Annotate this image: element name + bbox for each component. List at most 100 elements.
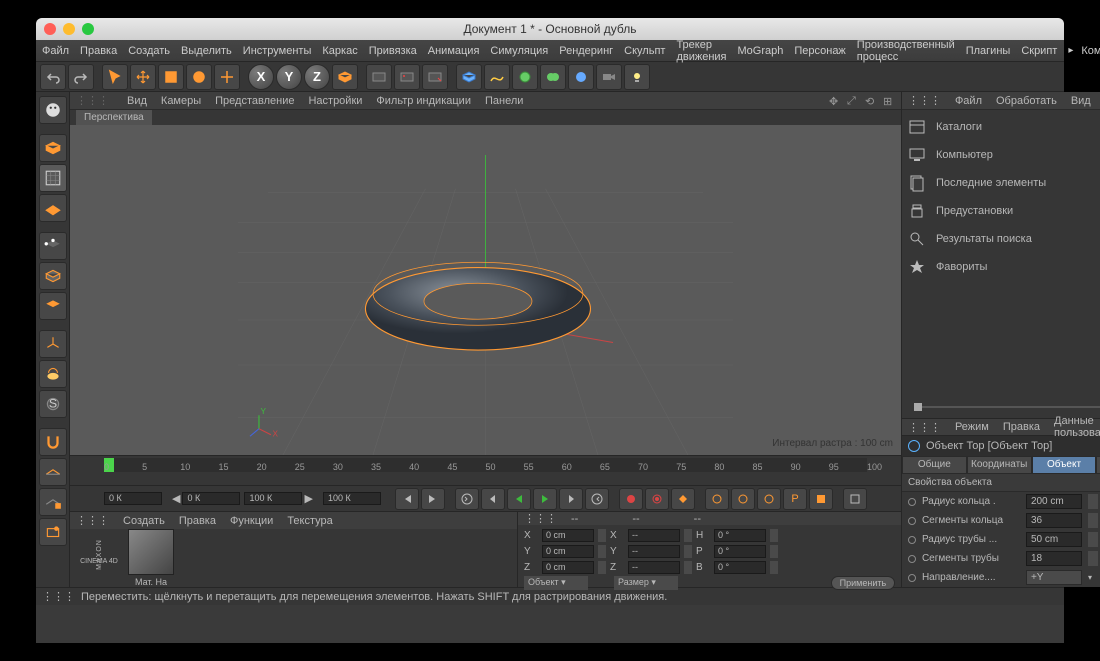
torus-object[interactable] (365, 262, 590, 350)
menu-item[interactable]: Инструменты (243, 45, 312, 57)
rotate-tool[interactable] (186, 64, 212, 90)
last-tool[interactable] (214, 64, 240, 90)
attr-menu[interactable]: Режим (955, 421, 989, 433)
anim-dot[interactable] (908, 555, 916, 563)
property-input[interactable]: 200 cm (1026, 494, 1082, 509)
coord-input[interactable]: 0 ° (714, 529, 766, 542)
attr-tab[interactable]: Координаты (967, 456, 1032, 474)
anim-dot[interactable] (908, 536, 916, 544)
current-frame[interactable]: 0 К (182, 492, 240, 505)
camera-menu[interactable] (596, 64, 622, 90)
x-axis-toggle[interactable]: X (248, 64, 274, 90)
viewport-menu[interactable]: Фильтр индикации (376, 95, 471, 107)
menu-item[interactable]: MoGraph (738, 45, 784, 57)
property-input[interactable]: 50 cm (1026, 532, 1082, 547)
browser-menu[interactable]: Файл (955, 95, 982, 107)
render-settings[interactable] (422, 64, 448, 90)
menu-item[interactable]: Выделить (181, 45, 232, 57)
apply-button[interactable]: Применить (831, 576, 895, 590)
viewport-menu[interactable]: Панели (485, 95, 523, 107)
browser-item-computer[interactable]: Компьютер (908, 146, 1100, 164)
select-tool[interactable] (102, 64, 128, 90)
pla-key[interactable] (809, 488, 833, 510)
goto-start[interactable] (395, 488, 419, 510)
browser-item-favorites[interactable]: Фавориты (908, 258, 1100, 276)
browser-menu[interactable]: Вид (1071, 95, 1091, 107)
points-mode[interactable] (39, 232, 67, 260)
make-editable[interactable] (39, 96, 67, 124)
y-axis-toggle[interactable]: Y (276, 64, 302, 90)
browser-menu[interactable]: Обработать (996, 95, 1057, 107)
menu-item[interactable]: Трекер движения (676, 39, 726, 63)
menu-item[interactable]: Каркас (322, 45, 357, 57)
menu-item[interactable]: Персонаж (794, 45, 845, 57)
timeline-ruler[interactable]: 0510152025303540455055606570758085909510… (104, 458, 867, 472)
menu-item[interactable]: Симуляция (490, 45, 548, 57)
prev-key[interactable] (455, 488, 479, 510)
viewport-canvas[interactable]: Y X Интервал растра : 100 cm (70, 125, 901, 455)
coord-size-dropdown[interactable]: Размер ▾ (614, 576, 678, 590)
generator-menu[interactable] (512, 64, 538, 90)
snap-toggle[interactable]: S (39, 390, 67, 418)
property-input[interactable]: 18 (1026, 551, 1082, 566)
texture-mode[interactable] (39, 164, 67, 192)
menu-item[interactable]: Рендеринг (559, 45, 613, 57)
viewport-menu[interactable]: Вид (127, 95, 147, 107)
menu-item[interactable]: Производственный процесс (857, 39, 955, 63)
browser-item-search[interactable]: Результаты поиска (908, 230, 1100, 248)
attr-tab[interactable]: Общие (902, 456, 967, 474)
anim-dot[interactable] (908, 498, 916, 506)
scale-tool[interactable] (158, 64, 184, 90)
coord-input[interactable]: -- (628, 529, 680, 542)
property-dropdown[interactable]: +Y (1026, 570, 1082, 585)
start-frame[interactable]: 0 К (104, 492, 162, 505)
nav-toggle-icon[interactable]: ⊞ (883, 95, 895, 107)
light-menu[interactable] (624, 64, 650, 90)
scale-key[interactable] (731, 488, 755, 510)
redo-button[interactable] (68, 64, 94, 90)
next-frame[interactable] (559, 488, 583, 510)
param-key[interactable]: P (783, 488, 807, 510)
undo-button[interactable] (40, 64, 66, 90)
material-thumb[interactable] (128, 529, 174, 575)
mat-menu[interactable]: Текстура (287, 515, 332, 527)
mat-menu[interactable]: Функции (230, 515, 273, 527)
workplane-mode[interactable] (39, 194, 67, 222)
menu-item[interactable]: Плагины (966, 45, 1011, 57)
keyframe-sel[interactable] (671, 488, 695, 510)
coord-input[interactable]: 0 cm (542, 545, 594, 558)
menu-item[interactable]: Анимация (428, 45, 480, 57)
coord-system[interactable] (332, 64, 358, 90)
mat-menu[interactable]: Создать (123, 515, 165, 527)
timeline-options[interactable] (843, 488, 867, 510)
coord-input[interactable]: -- (628, 561, 680, 574)
viewport-menu[interactable]: Представление (215, 95, 294, 107)
attr-tab[interactable]: Фрагмент (1096, 456, 1100, 474)
mat-menu[interactable]: Правка (179, 515, 216, 527)
axis-mode[interactable] (39, 330, 67, 358)
coord-input[interactable]: 0 ° (714, 545, 766, 558)
menu-item[interactable]: Привязка (369, 45, 417, 57)
property-input[interactable]: 36 (1026, 513, 1082, 528)
menu-item[interactable]: Скульпт (624, 45, 665, 57)
spinner[interactable] (1088, 513, 1098, 528)
coord-input[interactable]: -- (628, 545, 680, 558)
grip-icon[interactable]: ⋮⋮⋮ (76, 94, 109, 107)
coord-mode-dropdown[interactable]: Объект ▾ (524, 576, 588, 590)
deformer-menu[interactable] (540, 64, 566, 90)
rot-key[interactable] (757, 488, 781, 510)
planar-workplane[interactable] (39, 518, 67, 546)
workplane-tool[interactable] (39, 458, 67, 486)
z-axis-toggle[interactable]: Z (304, 64, 330, 90)
coord-input[interactable]: 0 cm (542, 561, 594, 574)
coord-input[interactable]: 0 ° (714, 561, 766, 574)
viewport-menu[interactable]: Настройки (308, 95, 362, 107)
autokey-button[interactable] (645, 488, 669, 510)
edges-mode[interactable] (39, 262, 67, 290)
model-mode[interactable] (39, 134, 67, 162)
spline-menu[interactable] (484, 64, 510, 90)
browser-item-catalogs[interactable]: Каталоги (908, 118, 1100, 136)
spinner[interactable] (1088, 494, 1098, 509)
coord-input[interactable]: 0 cm (542, 529, 594, 542)
menu-item[interactable]: Правка (80, 45, 117, 57)
